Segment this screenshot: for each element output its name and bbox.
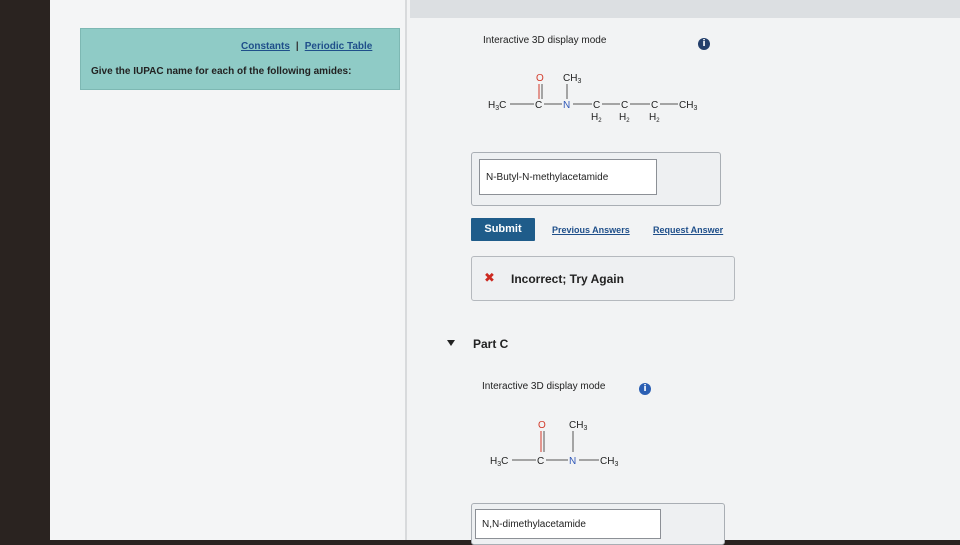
part-b-display-mode-link[interactable]: Interactive 3D display mode xyxy=(483,35,606,46)
instruction-text: Give the IUPAC name for each of the foll… xyxy=(91,66,352,77)
h3c-group: H3C xyxy=(490,456,508,468)
resources-panel: Constants | Periodic Table Give the IUPAC … xyxy=(80,28,400,90)
periodic-table-link[interactable]: Periodic Table xyxy=(305,41,373,52)
feedback-text: Incorrect; Try Again xyxy=(511,272,624,286)
top-strip xyxy=(410,0,960,18)
svg-text:C: C xyxy=(651,100,658,111)
oxygen-atom: O xyxy=(538,420,546,431)
submit-button[interactable]: Submit xyxy=(471,218,535,241)
svg-text:H2: H2 xyxy=(619,112,630,124)
h3c-group: H3C xyxy=(488,100,506,112)
methyl-group: CH3 xyxy=(569,420,587,432)
nitrogen-atom: N xyxy=(569,456,576,467)
part-b-answer-box: N-Butyl-N-methylacetamide xyxy=(471,152,721,206)
svg-text:C: C xyxy=(621,100,628,111)
collapse-caret-icon[interactable] xyxy=(447,340,455,346)
part-c-label[interactable]: Part C xyxy=(473,337,508,351)
part-c-display-mode-link[interactable]: Interactive 3D display mode xyxy=(482,381,605,392)
constants-link[interactable]: Constants xyxy=(241,41,290,52)
info-icon[interactable]: i xyxy=(639,383,651,395)
pane-divider[interactable] xyxy=(405,0,407,540)
feedback-box: ✖ Incorrect; Try Again xyxy=(471,256,735,301)
previous-answers-link[interactable]: Previous Answers xyxy=(552,225,630,235)
part-c-structure: O CH3 H3C C N CH3 xyxy=(490,420,618,468)
link-separator: | xyxy=(295,41,299,52)
methyl-group: CH3 xyxy=(563,73,581,85)
part-b-structure: O CH3 H3C C N C H2 C H2 C H2 CH3 xyxy=(488,73,697,124)
part-c-answer-input[interactable]: N,N-dimethylacetamide xyxy=(475,509,661,539)
part-b-answer-input[interactable]: N-Butyl-N-methylacetamide xyxy=(479,159,657,195)
carbonyl-carbon: C xyxy=(535,100,542,111)
info-icon[interactable]: i xyxy=(698,38,710,50)
svg-text:C: C xyxy=(593,100,600,111)
x-icon: ✖ xyxy=(484,271,495,286)
carbonyl-carbon: C xyxy=(537,456,544,467)
svg-text:CH3: CH3 xyxy=(600,456,618,468)
part-c-answer-box: N,N-dimethylacetamide xyxy=(471,503,725,545)
svg-text:H2: H2 xyxy=(591,112,602,124)
svg-text:H2: H2 xyxy=(649,112,660,124)
resource-links: Constants | Periodic Table xyxy=(241,41,372,52)
nitrogen-atom: N xyxy=(563,100,570,111)
oxygen-atom: O xyxy=(536,73,544,84)
request-answer-link[interactable]: Request Answer xyxy=(653,225,723,235)
svg-text:CH3: CH3 xyxy=(679,100,697,112)
